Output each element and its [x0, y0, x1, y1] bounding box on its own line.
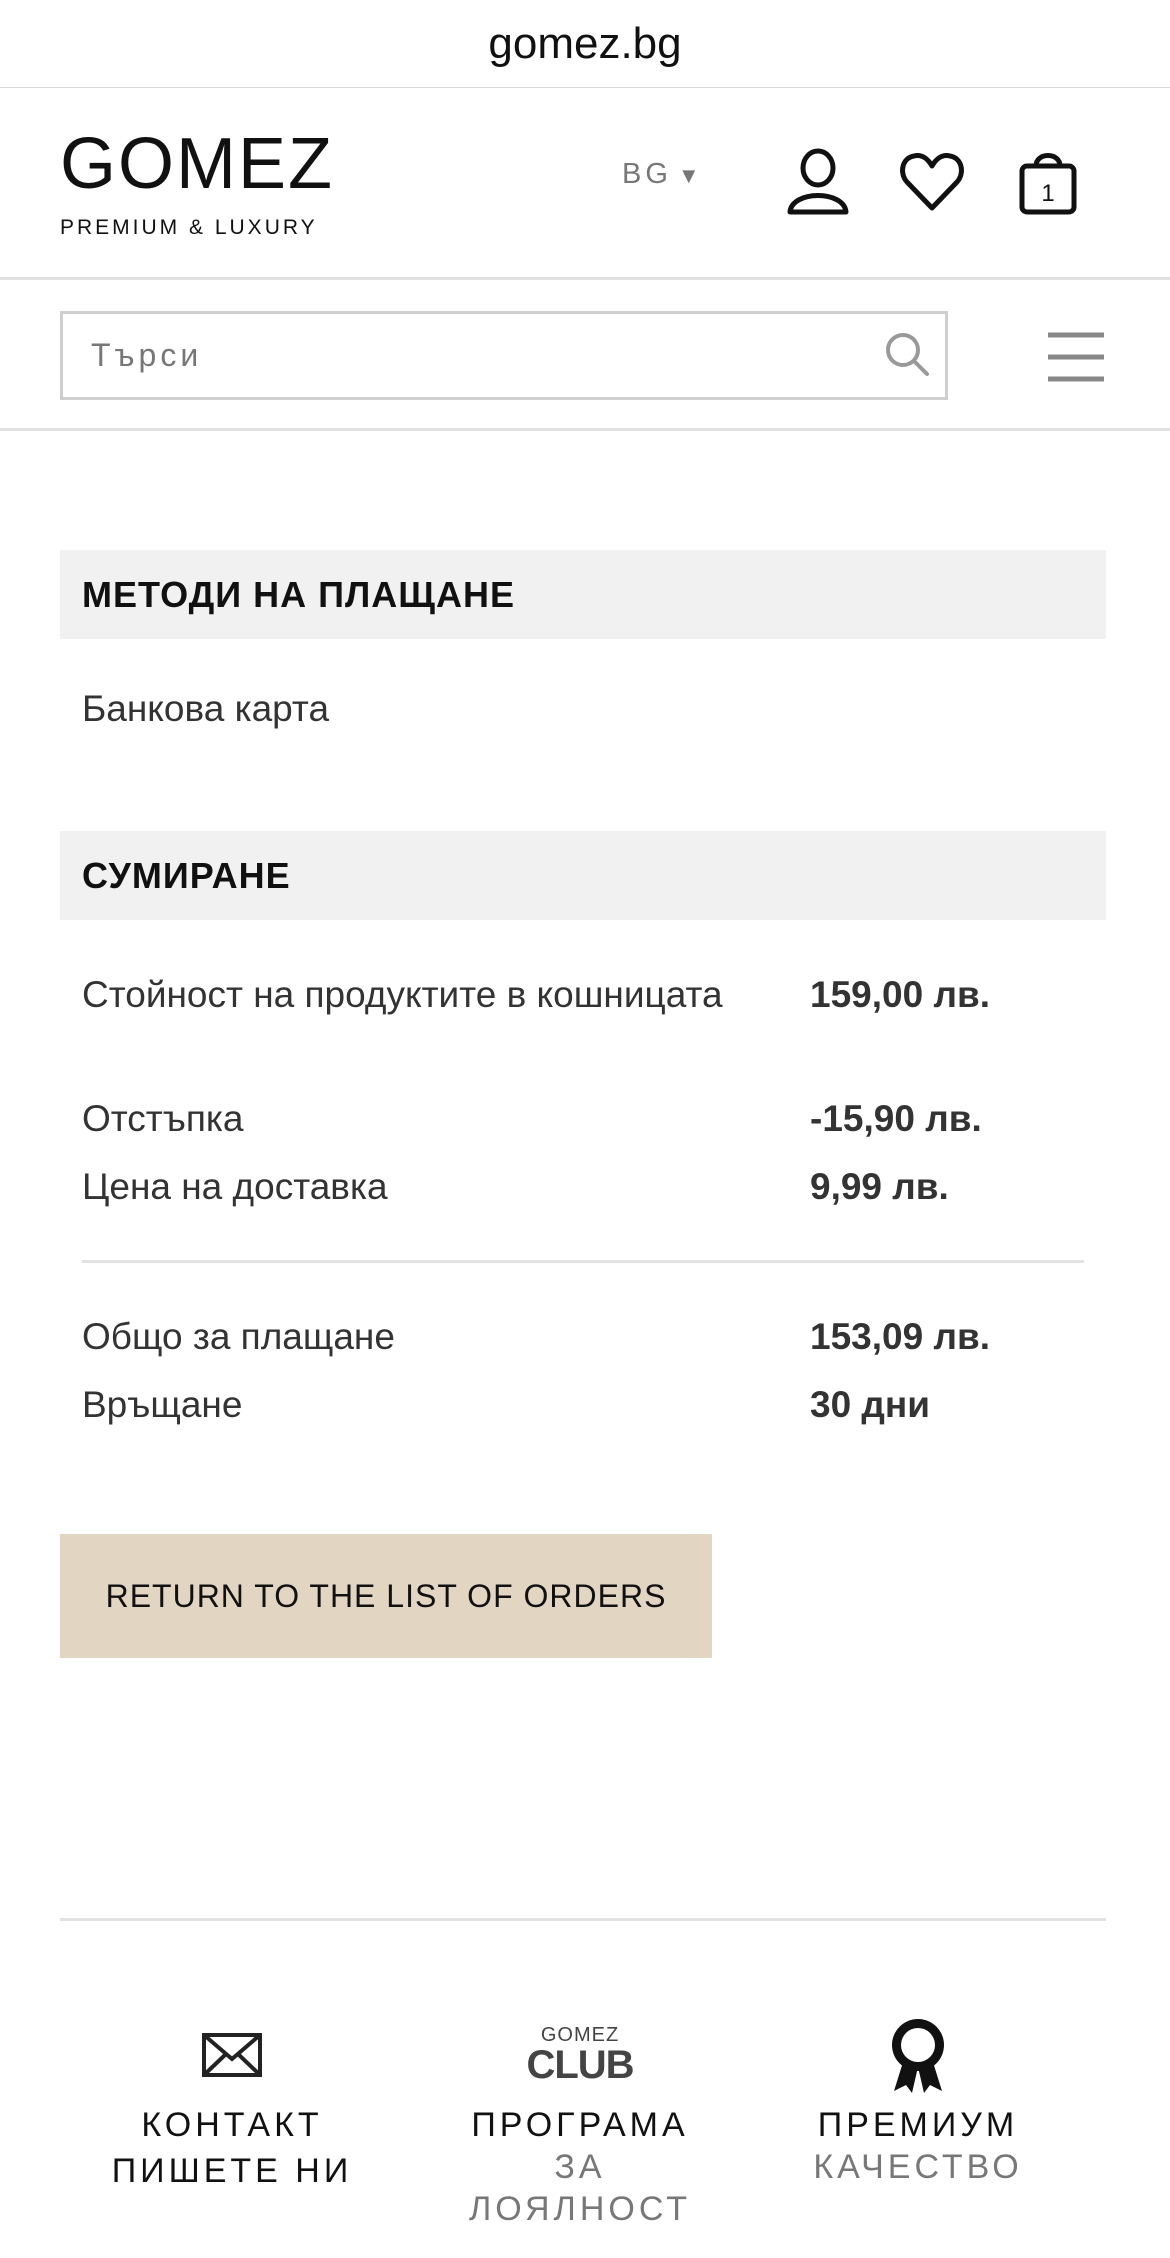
search-row [0, 283, 1170, 431]
search-input[interactable] [91, 314, 871, 397]
return-to-orders-button[interactable]: RETURN TO THE LIST OF ORDERS [60, 1534, 712, 1658]
feature-subtitle: ЗА [554, 2148, 606, 2186]
return-period-value: 30 дни [810, 1384, 931, 1425]
summary-row: Отстъпка -15,90 лв. [82, 1090, 1082, 1147]
total-row: Общо за плащане 153,09 лв. [82, 1308, 1082, 1365]
browser-url-bar[interactable]: gomez.bg [0, 0, 1170, 88]
return-period-row: Връщане 30 дни [82, 1376, 1082, 1433]
feature-subtitle: ПИШЕТЕ НИ [111, 2152, 353, 2190]
feature-subtitle: КАЧЕСТВО [813, 2148, 1023, 2186]
language-selector[interactable]: BG ▼ [622, 158, 700, 191]
gomez-logo[interactable]: GOMEZ PREMIUM & LUXURY [60, 128, 334, 240]
search-box [60, 311, 948, 400]
return-period-label: Връщане [82, 1384, 243, 1425]
language-code: BG [622, 158, 672, 190]
payment-methods-header: МЕТОДИ НА ПЛАЩАНЕ [60, 550, 1106, 639]
url-text: gomez.bg [488, 18, 682, 68]
club-logo-top: GOMEZ [540, 2024, 620, 2046]
site-header: GOMEZ PREMIUM & LUXURY BG ▼ 1 [0, 88, 1170, 280]
footer-divider [60, 1918, 1106, 1921]
cart-count: 1 [1041, 180, 1054, 207]
total-label: Общо за плащане [82, 1316, 395, 1357]
award-ribbon-icon [768, 2010, 1068, 2100]
payment-method-value: Банкова карта [82, 688, 330, 729]
summary-value: 159,00 лв. [810, 974, 990, 1015]
total-value: 153,09 лв. [810, 1316, 990, 1357]
logo-tagline: PREMIUM & LUXURY [60, 216, 318, 239]
club-logo-icon: GOMEZ CLUB [430, 2010, 730, 2100]
summary-label: Отстъпка [82, 1098, 244, 1139]
summary-row: Стойност на продуктите в кошницата 159,0… [82, 966, 1082, 1080]
summary-value: -15,90 лв. [810, 1098, 982, 1139]
search-icon[interactable] [883, 330, 931, 378]
summary-value: 9,99 лв. [810, 1166, 949, 1207]
feature-premium-quality[interactable]: ПРЕМИУМ КАЧЕСТВО [768, 2010, 1068, 2188]
feature-title: КОНТАКТ [141, 2106, 323, 2144]
summary-label: Цена на доставка [82, 1166, 388, 1207]
hamburger-menu-icon[interactable] [1046, 329, 1106, 385]
account-icon[interactable] [784, 146, 852, 218]
feature-title: ПРОГРАМА [471, 2106, 689, 2144]
summary-header: СУМИРАНЕ [60, 831, 1106, 920]
shopping-bag-icon[interactable]: 1 [1014, 146, 1082, 218]
summary-divider [82, 1260, 1084, 1263]
logo-wordmark: GOMEZ [60, 124, 334, 204]
feature-subtitle-2: ЛОЯЛНОСТ [468, 2190, 692, 2228]
envelope-icon [82, 2010, 382, 2100]
summary-label: Стойност на продуктите в кошницата [82, 974, 723, 1015]
wishlist-heart-icon[interactable] [898, 146, 966, 218]
feature-loyalty-program[interactable]: GOMEZ CLUB ПРОГРАМА ЗА ЛОЯЛНОСТ [430, 2010, 730, 2230]
feature-title: ПРЕМИУМ [817, 2106, 1019, 2144]
summary-row: Цена на доставка 9,99 лв. [82, 1158, 1082, 1215]
club-logo-bottom: CLUB [526, 2043, 634, 2087]
caret-down-icon: ▼ [677, 163, 700, 188]
feature-contact[interactable]: КОНТАКТ ПИШЕТЕ НИ [82, 2010, 382, 2192]
